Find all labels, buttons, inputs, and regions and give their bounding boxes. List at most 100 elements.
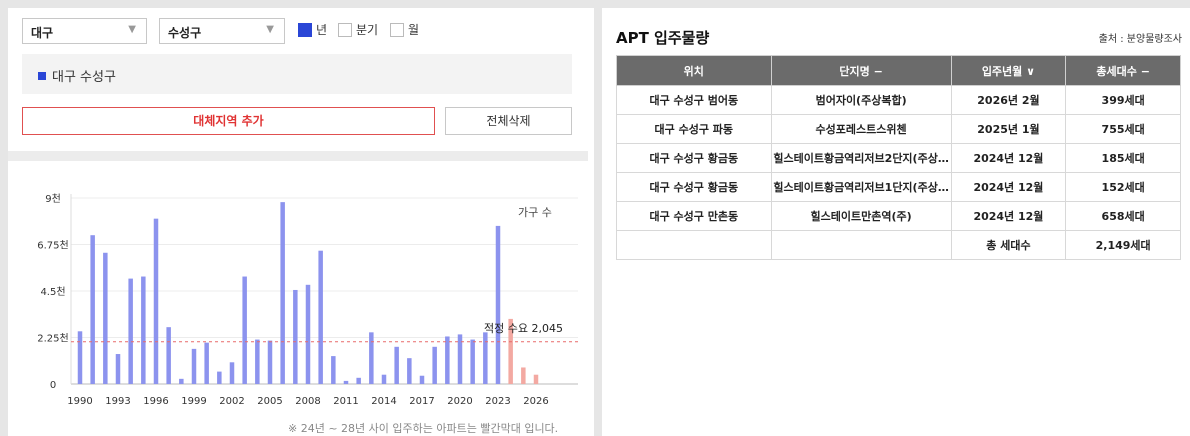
bar-1994 <box>128 278 133 384</box>
cell-move-in: 2024년 12월 <box>950 201 1067 231</box>
bar-1997 <box>166 327 171 384</box>
bar-2023 <box>495 225 501 384</box>
bar-2005 <box>267 340 273 384</box>
bar-2002 <box>229 362 235 384</box>
col-complex-header[interactable]: 단지명 − <box>770 55 952 86</box>
bar-2000 <box>204 342 209 384</box>
x-tick-label: 1996 <box>143 396 168 407</box>
y-tick-label: 0 <box>50 380 56 391</box>
x-tick-label: 2011 <box>333 396 358 407</box>
table-total-row: 총 세대수 2,149세대 <box>616 230 1181 260</box>
cell-units: 399세대 <box>1065 85 1181 115</box>
bar-2004 <box>255 339 260 384</box>
cell-move-in: 2025년 1월 <box>950 114 1067 144</box>
total-value: 2,149세대 <box>1065 230 1181 260</box>
bar-2013 <box>369 332 374 384</box>
cell-complex: 힐스테이트황금역리저브2단지(주상… <box>770 143 952 173</box>
table-row[interactable]: 대구 수성구 파동 수성포레스트스위첸 2025년 1월 755세대 <box>616 114 1181 144</box>
table-row[interactable]: 대구 수성구 만촌동 힐스테이트만촌역(주) 2024년 12월 658세대 <box>616 201 1181 231</box>
bar-1999 <box>191 348 197 384</box>
bar-2011 <box>343 380 349 384</box>
bar-1995 <box>141 276 146 384</box>
bar-2021 <box>470 339 475 384</box>
table-row[interactable]: 대구 수성구 황금동 힐스테이트황금역리저브2단지(주상… 2024년 12월 … <box>616 143 1181 173</box>
region-select-value: 대구 <box>31 26 54 40</box>
series-color-swatch <box>38 72 46 80</box>
apt-source-note: 출처 : 분양물량조사 <box>1098 34 1182 45</box>
table-row[interactable]: 대구 수성구 범어동 범어자이(주상복합) 2026년 2월 399세대 <box>616 85 1181 115</box>
cell-complex: 범어자이(주상복합) <box>770 85 952 115</box>
bar-2017 <box>419 375 425 384</box>
cell-complex: 수성포레스트스위첸 <box>770 114 952 144</box>
section-divider <box>8 151 588 161</box>
cell-units: 152세대 <box>1065 172 1181 202</box>
bar-2019 <box>445 336 450 384</box>
bar-2022 <box>483 332 488 384</box>
bar-2003 <box>242 276 247 384</box>
col-units-header[interactable]: 총세대수 − <box>1065 55 1181 86</box>
supply-chart-panel: 대구 ▼ 수성구 ▼ 년 분기 월 대구 수성구 대체지역 추가 전체삭제 0 2… <box>8 8 594 436</box>
chart-footnote: ※ 24년 ~ 28년 사이 입주하는 아파트는 빨간막대 입니다. <box>288 422 559 435</box>
x-tick-label: 2023 <box>485 396 510 407</box>
x-tick-label: 2005 <box>257 396 282 407</box>
cell-move-in: 2026년 2월 <box>950 85 1067 115</box>
period-month-checkbox[interactable]: 월 <box>390 21 419 38</box>
clear-all-button[interactable]: 전체삭제 <box>445 107 572 135</box>
bar-2007 <box>293 289 298 384</box>
bar-2025 <box>521 367 526 384</box>
period-quarter-label: 분기 <box>356 23 379 37</box>
checkbox-checked-icon <box>298 22 312 37</box>
cell-location: 대구 수성구 황금동 <box>616 143 772 173</box>
col-move-in-header[interactable]: 입주년월 ∨ <box>950 55 1067 86</box>
district-select[interactable]: 수성구 ▼ <box>159 18 285 44</box>
y-tick-label: 9천 <box>45 193 61 205</box>
bar-1993 <box>115 354 121 384</box>
bar-2009 <box>318 250 323 384</box>
period-month-label: 월 <box>408 23 420 37</box>
cell-empty <box>770 230 952 260</box>
period-year-checkbox[interactable]: 년 <box>298 21 327 38</box>
region-select[interactable]: 대구 ▼ <box>22 18 147 44</box>
chart-unit-label: 가구 수 <box>518 206 552 219</box>
add-alternative-region-button[interactable]: 대체지역 추가 <box>22 107 435 135</box>
x-tick-label: 2008 <box>295 396 320 407</box>
cell-location: 대구 수성구 파동 <box>616 114 772 144</box>
x-tick-label: 1993 <box>105 396 130 407</box>
cell-move-in: 2024년 12월 <box>950 172 1067 202</box>
apt-supply-table: 위치 단지명 − 입주년월 ∨ 총세대수 − 대구 수성구 범어동 범어자이(주… <box>616 55 1181 260</box>
cell-location: 대구 수성구 범어동 <box>616 85 772 115</box>
bar-2014 <box>381 374 387 384</box>
x-tick-label: 2014 <box>371 396 396 407</box>
cell-complex: 힐스테이트만촌역(주) <box>770 201 952 231</box>
cell-complex: 힐스테이트황금역리저브1단지(주상… <box>770 172 952 202</box>
total-label: 총 세대수 <box>950 230 1067 260</box>
selected-region-list: 대구 수성구 <box>22 54 572 94</box>
cell-location: 대구 수성구 황금동 <box>616 172 772 202</box>
apt-supply-panel: APT 입주물량 출처 : 분양물량조사 위치 단지명 − 입주년월 ∨ 총세대… <box>602 8 1190 436</box>
selected-region-item[interactable]: 대구 수성구 <box>52 70 116 85</box>
bar-2026 <box>533 374 539 384</box>
checkbox-unchecked-icon <box>390 22 404 37</box>
chevron-down-icon: ▼ <box>128 24 136 35</box>
district-select-value: 수성구 <box>168 26 202 40</box>
bar-2010 <box>331 356 336 384</box>
table-header-row: 위치 단지명 − 입주년월 ∨ 총세대수 − <box>616 55 1181 86</box>
bar-1996 <box>153 218 159 384</box>
cell-location: 대구 수성구 만촌동 <box>616 201 772 231</box>
chevron-down-icon: ▼ <box>266 24 274 35</box>
x-tick-label: 1990 <box>67 396 92 407</box>
table-row[interactable]: 대구 수성구 황금동 힐스테이트황금역리저브1단지(주상… 2024년 12월 … <box>616 172 1181 202</box>
col-location-header[interactable]: 위치 <box>616 55 772 86</box>
bar-2006 <box>280 202 285 384</box>
cell-units: 185세대 <box>1065 143 1181 173</box>
x-tick-label: 2017 <box>409 396 434 407</box>
period-quarter-checkbox[interactable]: 분기 <box>338 21 378 38</box>
y-tick-label: 2.25천 <box>37 333 68 345</box>
apt-panel-title: APT 입주물량 <box>616 29 710 47</box>
chart-canvas: 0 2.25천 4.5천 6.75천 9천 1990 1993 1996 1999 2002 200… <box>37 193 578 407</box>
x-tick-label: 2020 <box>447 396 472 407</box>
x-tick-label: 2002 <box>219 396 244 407</box>
bar-2001 <box>217 371 222 384</box>
bar-2018 <box>432 346 437 384</box>
bar-2016 <box>407 358 412 384</box>
